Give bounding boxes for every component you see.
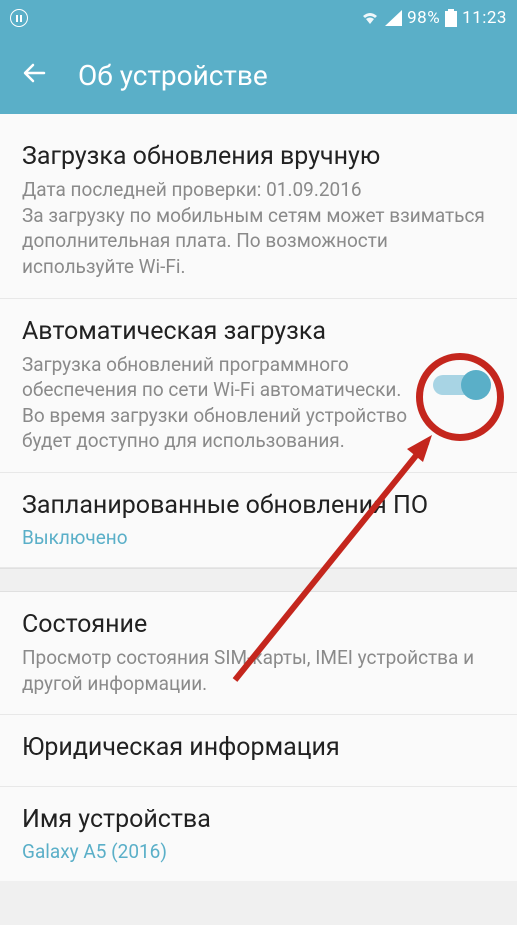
device-name-item[interactable]: Имя устройства Galaxy A5 (2016) <box>0 787 517 881</box>
content: Загрузка обновления вручную Дата последн… <box>0 114 517 881</box>
status-left <box>10 9 28 27</box>
auto-download-description: Загрузка обновлений программного обеспеч… <box>22 352 417 455</box>
back-button[interactable] <box>22 60 48 91</box>
section-gap <box>0 568 517 592</box>
manual-download-title: Загрузка обновления вручную <box>22 142 495 171</box>
pause-icon <box>10 9 28 27</box>
scheduled-updates-value: Выключено <box>22 526 495 549</box>
status-time: 11:23 <box>462 8 507 28</box>
device-name-value: Galaxy A5 (2016) <box>22 840 495 863</box>
wifi-icon <box>360 10 380 26</box>
signal-icon <box>385 10 402 26</box>
status-bar: 98% 11:23 <box>0 0 517 36</box>
device-name-title: Имя устройства <box>22 805 495 834</box>
legal-info-item[interactable]: Юридическая информация <box>0 715 517 787</box>
toggle-thumb <box>461 370 491 400</box>
battery-icon <box>445 9 457 27</box>
auto-download-item[interactable]: Автоматическая загрузка Загрузка обновле… <box>0 299 517 474</box>
page-title: Об устройстве <box>78 59 268 92</box>
manual-download-description: Дата последней проверки: 01.09.2016 За з… <box>22 177 495 280</box>
scheduled-updates-title: Запланированные обновления ПО <box>22 491 495 520</box>
manual-download-item[interactable]: Загрузка обновления вручную Дата последн… <box>0 124 517 299</box>
status-title: Состояние <box>22 610 495 639</box>
header: Об устройстве <box>0 36 517 114</box>
auto-download-toggle[interactable] <box>433 370 485 400</box>
status-right: 98% 11:23 <box>360 8 507 28</box>
status-description: Просмотр состояния SIM-карты, IMEI устро… <box>22 645 495 696</box>
legal-info-title: Юридическая информация <box>22 733 495 762</box>
battery-percent: 98% <box>407 8 440 28</box>
status-item[interactable]: Состояние Просмотр состояния SIM-карты, … <box>0 592 517 715</box>
scheduled-updates-item[interactable]: Запланированные обновления ПО Выключено <box>0 473 517 568</box>
auto-download-title: Автоматическая загрузка <box>22 317 417 346</box>
